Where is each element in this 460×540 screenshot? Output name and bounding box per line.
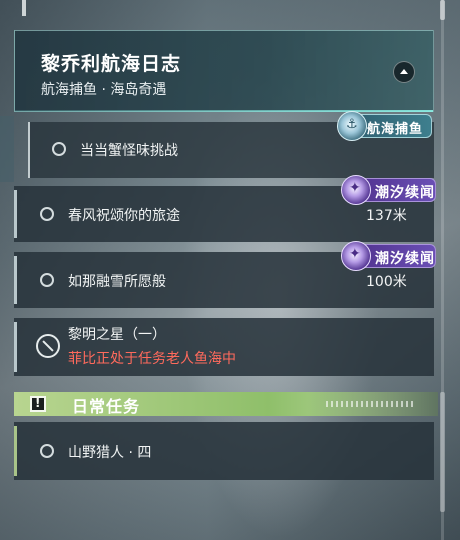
quest-group-title: 黎乔利航海日志 <box>41 53 182 75</box>
quest-tag-label: 潮汐续闻 <box>375 251 435 267</box>
prev-item-indicator <box>22 0 26 16</box>
quest-tag-label: 航海捕鱼 <box>367 122 424 137</box>
quest-label: 当当蟹怪味挑战 <box>80 143 178 159</box>
header-decoration <box>326 401 416 407</box>
quest-distance: 100米 <box>366 274 407 290</box>
quest-status-circle-icon <box>52 142 66 156</box>
scrollbar-thumb[interactable] <box>440 392 445 512</box>
quest-label: 如那融雪所愿般 <box>68 274 166 290</box>
quest-tag-fishing: 航海捕鱼 <box>337 111 432 141</box>
event-quest-item[interactable]: 黎明之星（一） 菲比正处于任务老人鱼海中 <box>14 318 434 376</box>
scrollbar-thumb-top[interactable] <box>440 0 445 20</box>
event-quest-warning: 菲比正处于任务老人鱼海中 <box>68 351 236 367</box>
sparkle-icon <box>341 175 371 205</box>
quest-group-subtitle: 航海捕鱼 · 海岛奇遇 <box>41 82 167 98</box>
quest-group-header[interactable]: 黎乔利航海日志 航海捕鱼 · 海岛奇遇 <box>14 30 434 112</box>
group-side-stub <box>0 116 14 182</box>
exclamation-icon <box>30 396 46 412</box>
quest-label: 春风祝颂你的旅途 <box>68 208 180 224</box>
quest-label: 山野猎人 · 四 <box>68 445 152 461</box>
sparkle-icon <box>341 241 371 271</box>
quest-status-circle-icon <box>40 273 54 287</box>
daily-quest-item[interactable]: 山野猎人 · 四 <box>14 422 434 480</box>
prohibited-icon <box>36 334 60 358</box>
quest-status-circle-icon <box>40 207 54 221</box>
quest-tag-label: 潮汐续闻 <box>375 185 435 201</box>
anchor-icon <box>337 111 367 141</box>
daily-tasks-header[interactable]: 日常任务 <box>14 392 438 416</box>
quest-status-circle-icon <box>40 444 54 458</box>
quest-tag-tidal: 潮汐续闻 <box>341 175 436 205</box>
collapse-chevron-up-icon[interactable] <box>393 61 415 83</box>
quest-distance: 137米 <box>366 208 407 224</box>
quest-tag-tidal: 潮汐续闻 <box>341 241 436 271</box>
event-quest-title: 黎明之星（一） <box>68 327 166 343</box>
daily-tasks-title: 日常任务 <box>72 397 141 416</box>
